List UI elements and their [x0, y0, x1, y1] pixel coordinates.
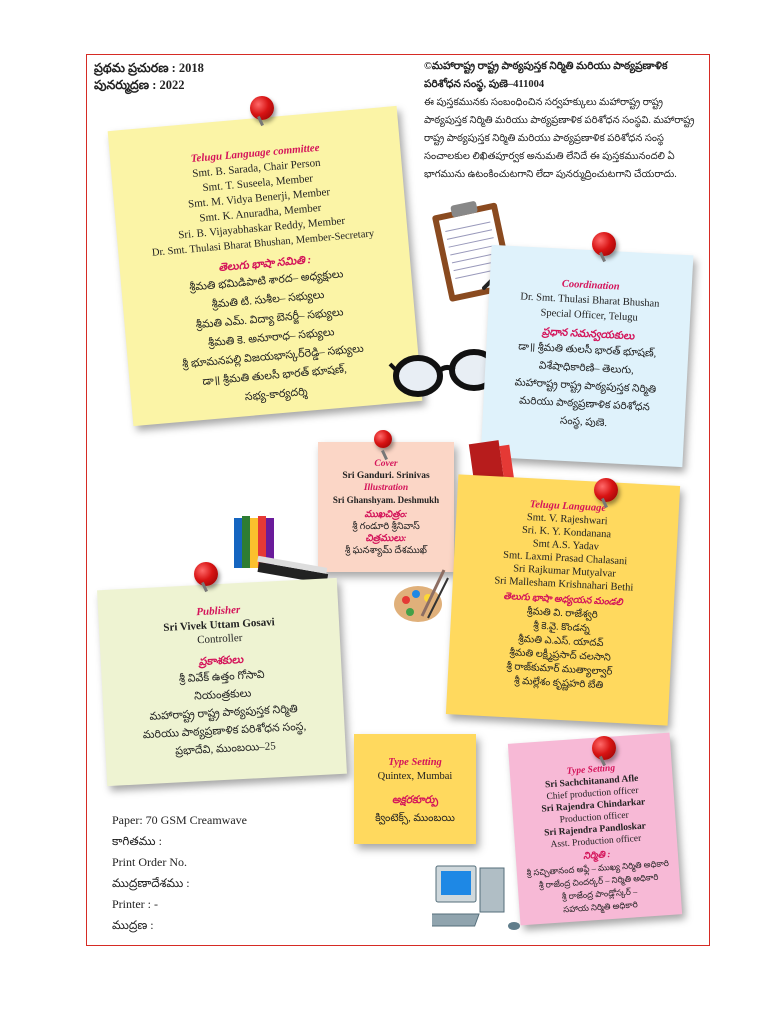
publisher-note: Publisher Sri Vivek Uttam Gosavi Control… [97, 577, 347, 787]
paint-palette-icon [394, 569, 449, 622]
print-order: Print Order No. [112, 855, 187, 869]
print-info: Paper: 70 GSM Creamwave కాగితము : Print … [112, 810, 247, 936]
copyright-notice: ©మహారాష్ట్ర రాష్ట్ర పాఠ్యపుస్తక నిర్మితి… [424, 58, 706, 184]
illustration-heading: Illustration [363, 483, 409, 493]
copyright-line: రాష్ట్ర పాఠ్యపుస్తక నిర్మితి మరియు పాఠ్య… [424, 133, 664, 144]
illustration-tel-name: శ్రీ ఘనశ్యామ్ దేశముఖ్ [345, 546, 427, 556]
pushpin-icon [592, 736, 616, 760]
committee-note: Telugu Language committee Smt. B. Sarada… [107, 105, 423, 427]
typesetting-name: Quintex, Mumbai [377, 771, 453, 782]
pushpin-icon [594, 478, 618, 502]
copyright-line: పాఠ్యపుస్తక నిర్మితి మరియు పాఠ్యప్రణాళిక… [424, 115, 695, 126]
computer-icon [432, 865, 520, 930]
pushpin-icon [250, 96, 274, 120]
first-edition: ప్రథమ ప్రచురణ : 2018 [94, 61, 204, 75]
reprint-edition: పునర్ముద్రణ : 2022 [94, 78, 185, 92]
production-note: Type Setting Sri Sachchitanand Afle Chie… [507, 732, 683, 926]
pushpin-icon [592, 232, 616, 256]
copyright-line: ఈ పుస్తకమునకు సంబంధించిన సర్వహక్కులు మహా… [424, 97, 663, 108]
typesetting-tel-heading: అక్షరకూర్పు [391, 795, 439, 806]
copyright-line: భాగమును ఉటంకించుటగాని లేదా పునర్ముద్రించ… [424, 169, 677, 180]
cover-note: Cover Sri Ganduri. Srinivas Illustration… [318, 442, 454, 572]
print-order-tel: ముద్రణాదేశము : [112, 876, 190, 890]
pushpin-icon [374, 430, 392, 448]
copyright-line: సంచాలకుల లిఖితపూర్వక అనుమతి లేనిదే ఈ పుస… [424, 151, 675, 162]
telugu-language-note: Telugu Language Smt. V. Rajeshwari Sri. … [445, 474, 681, 726]
printer-tel: ముద్రణ : [112, 918, 154, 932]
cover-tel-heading: ముఖచిత్రం: [364, 510, 408, 520]
paper-tel: కాగితము : [112, 834, 162, 848]
typesetting-note: Type Setting Quintex, Mumbai అక్షరకూర్పు… [354, 734, 476, 844]
copyright-title: ©మహారాష్ట్ర రాష్ట్ర పాఠ్యపుస్తక నిర్మితి… [424, 61, 668, 90]
typesetting-tel-name: క్వింటెక్స్, ముంబయి [375, 813, 455, 824]
cover-tel-name: శ్రీ గండూరి శ్రీనివాస్ [352, 522, 420, 532]
illustration-tel-heading: చిత్రములు: [365, 534, 407, 544]
illustration-name: Sri Ghanshyam. Deshmukh [332, 495, 440, 505]
printer: Printer : - [112, 897, 158, 911]
paper-info: Paper: 70 GSM Creamwave [112, 813, 247, 827]
cover-name: Sri Ganduri. Srinivas [342, 471, 430, 481]
edition-info: ప్రథమ ప్రచురణ : 2018 పునర్ముద్రణ : 2022 [94, 60, 204, 94]
typesetting-heading: Type Setting [388, 757, 442, 768]
pushpin-icon [194, 562, 218, 586]
